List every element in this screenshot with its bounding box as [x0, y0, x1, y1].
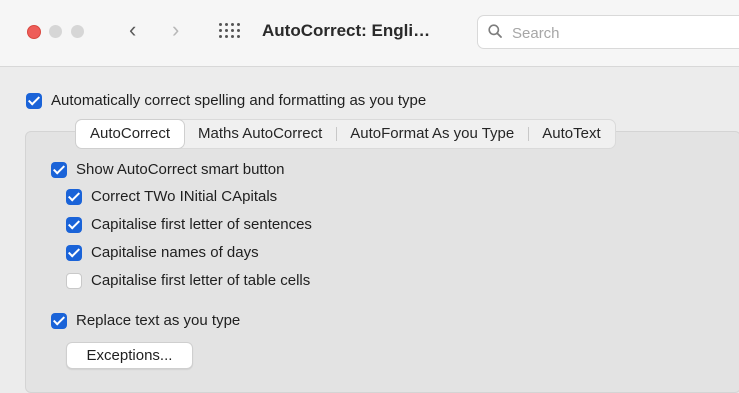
close-icon[interactable]	[27, 25, 41, 39]
search-input[interactable]	[510, 22, 734, 44]
zoom-icon[interactable]	[71, 25, 84, 38]
exceptions-button[interactable]: Exceptions...	[66, 342, 193, 369]
tab-label: AutoText	[542, 125, 601, 142]
search-icon	[488, 24, 502, 38]
chevron-left-icon[interactable]: ‹	[129, 18, 136, 42]
tab-label: AutoFormat As you Type	[350, 125, 515, 142]
capitalise-table-cells-checkbox[interactable]	[66, 273, 82, 289]
show-smart-button-label: Show AutoCorrect smart button	[76, 161, 285, 178]
window-titlebar: ‹ › AutoCorrect: Engli…	[0, 0, 739, 67]
tab-label: AutoCorrect	[90, 125, 171, 142]
tab-autocorrect[interactable]: AutoCorrect	[76, 120, 185, 148]
correct-two-initial-capitals-checkbox[interactable]	[66, 189, 82, 205]
capitalise-days-checkbox[interactable]	[66, 245, 82, 261]
capitalise-table-cells-label: Capitalise first letter of table cells	[91, 272, 311, 289]
show-smart-button-checkbox[interactable]	[51, 162, 67, 178]
capitalise-days-label: Capitalise names of days	[91, 244, 259, 261]
chevron-right-icon[interactable]: ›	[172, 18, 179, 42]
tab-autoformat[interactable]: AutoFormat As you Type	[336, 120, 528, 148]
search-box[interactable]	[477, 15, 739, 49]
capitalise-sentences-label: Capitalise first letter of sentences	[91, 216, 312, 233]
tab-divider	[336, 127, 338, 141]
tab-maths-autocorrect[interactable]: Maths AutoCorrect	[184, 120, 336, 148]
grid-icon[interactable]	[219, 23, 240, 39]
master-autocorrect-label: Automatically correct spelling and forma…	[51, 92, 427, 109]
replace-text-checkbox[interactable]	[51, 313, 67, 329]
replace-text-label: Replace text as you type	[76, 312, 241, 329]
window-title: AutoCorrect: Engli…	[262, 21, 431, 40]
capitalise-sentences-checkbox[interactable]	[66, 217, 82, 233]
tab-autotext[interactable]: AutoText	[528, 120, 614, 148]
minimize-icon[interactable]	[49, 25, 62, 38]
master-autocorrect-checkbox[interactable]	[26, 93, 42, 109]
tab-bar: AutoCorrect Maths AutoCorrect AutoFormat…	[75, 119, 616, 149]
correct-two-initial-capitals-label: Correct TWo INitial CApitals	[91, 188, 278, 205]
tab-label: Maths AutoCorrect	[198, 125, 323, 142]
tab-divider	[528, 127, 530, 141]
